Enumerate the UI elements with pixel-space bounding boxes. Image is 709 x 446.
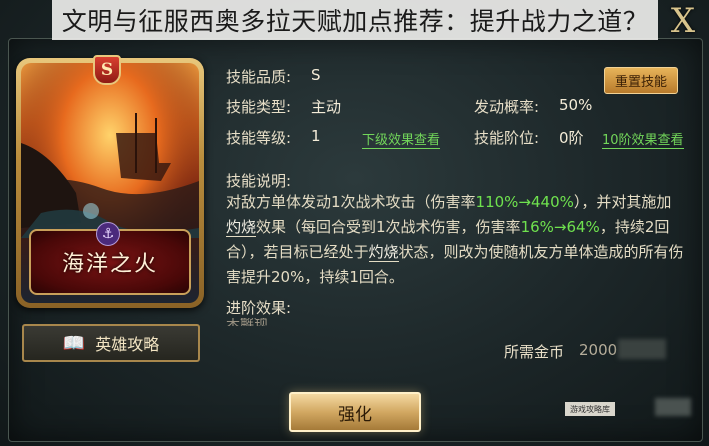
quality-label: 技能品质:	[226, 68, 292, 86]
reset-skill-button[interactable]: 重置技能	[604, 67, 678, 94]
redacted-corner	[655, 398, 691, 416]
book-icon: 📖	[62, 332, 86, 354]
burn-keyword[interactable]: 灼烧	[226, 218, 257, 237]
burn-keyword-2[interactable]: 灼烧	[368, 243, 399, 262]
hero-guide-label: 英雄攻略	[95, 335, 160, 354]
damage-rate-value: 110%→440%	[475, 193, 574, 211]
page-title: 文明与征服西奥多拉天赋加点推荐：提升战力之道？	[52, 0, 658, 40]
stage-label: 技能阶位:	[474, 129, 540, 147]
stage10-link[interactable]: 10阶效果查看	[602, 129, 684, 149]
level-value: 1	[311, 127, 321, 145]
desc-text-2: ），并对其施加	[573, 193, 672, 211]
cost-label: 所需金币	[504, 343, 565, 361]
desc-text-1: 对敌方单体发动1次战术攻击（伤害率	[226, 193, 476, 211]
close-button[interactable]: X	[662, 1, 704, 41]
burn-rate-value: 16%→64%	[520, 218, 600, 236]
watermark-logo: 游戏攻略库	[565, 402, 615, 416]
skill-card-art: 海洋之火	[21, 63, 199, 303]
level-label: 技能等级:	[226, 129, 292, 147]
desc-label: 技能说明:	[226, 172, 292, 190]
skill-description: 对敌方单体发动1次战术攻击（伤害率110%→440%），并对其施加灼烧效果（每回…	[226, 190, 686, 290]
chance-label: 发动概率:	[474, 98, 540, 116]
desc-text-3: 效果（每回合受到1次战术伤害，伤害率	[256, 218, 521, 236]
advanced-text-clipped: 未解锁	[226, 318, 326, 326]
next-level-link[interactable]: 下级效果查看	[362, 129, 441, 149]
type-value: 主动	[311, 98, 342, 116]
skill-card: 海洋之火	[16, 58, 204, 308]
stage-value: 0阶	[559, 129, 584, 147]
anchor-icon: ⚓	[96, 222, 120, 246]
cost-value: 2000	[579, 341, 618, 359]
rank-badge: S	[93, 55, 121, 85]
advanced-value: 未解锁	[226, 318, 268, 326]
type-label: 技能类型:	[226, 98, 292, 116]
chance-value: 50%	[559, 96, 593, 114]
upgrade-button[interactable]: 强化	[289, 392, 421, 432]
advanced-label: 进阶效果:	[226, 299, 292, 317]
hero-guide-button[interactable]: 📖 英雄攻略	[22, 324, 200, 362]
quality-value: S	[311, 66, 321, 84]
redacted-area	[618, 339, 666, 359]
